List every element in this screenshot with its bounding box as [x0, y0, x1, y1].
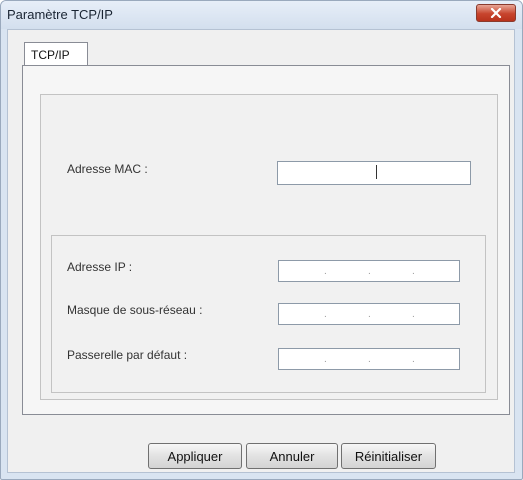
close-button[interactable] — [476, 4, 516, 22]
apply-button[interactable]: Appliquer — [148, 443, 242, 469]
settings-box: Adresse MAC : Adresse IP : . . . Masque … — [40, 94, 498, 400]
tab-panel: Adresse MAC : Adresse IP : . . . Masque … — [22, 65, 510, 415]
close-icon — [490, 8, 502, 18]
default-gateway-input[interactable]: . . . — [278, 348, 460, 370]
ip-separator: . — [324, 354, 327, 365]
ip-separator: . — [412, 354, 415, 365]
text-cursor — [376, 165, 377, 179]
tab-tcp-ip[interactable]: TCP/IP — [24, 42, 88, 66]
subnet-mask-input[interactable]: . . . — [278, 303, 460, 325]
reset-button[interactable]: Réinitialiser — [341, 443, 436, 469]
window-title: Paramètre TCP/IP — [7, 7, 113, 22]
mac-address-input[interactable] — [277, 161, 471, 185]
ip-separator: . — [368, 354, 371, 365]
dialog-body: TCP/IP Adresse MAC : Adresse IP : . . . … — [7, 29, 515, 473]
ip-separator: . — [412, 309, 415, 320]
subnet-mask-label: Masque de sous-réseau : — [67, 303, 203, 317]
ip-address-input[interactable]: . . . — [278, 260, 460, 282]
mac-address-label: Adresse MAC : — [67, 162, 148, 176]
default-gateway-label: Passerelle par défaut : — [67, 348, 188, 362]
title-bar[interactable]: Paramètre TCP/IP — [1, 1, 522, 29]
ip-separator: . — [368, 266, 371, 277]
cancel-button[interactable]: Annuler — [246, 443, 338, 469]
ip-address-label: Adresse IP : — [67, 260, 133, 274]
tab-label: TCP/IP — [31, 48, 70, 62]
ip-separator: . — [368, 309, 371, 320]
ip-separator: . — [324, 309, 327, 320]
ip-settings-group: Adresse IP : . . . Masque de sous-réseau… — [51, 235, 486, 393]
dialog-window: Paramètre TCP/IP TCP/IP Adresse MAC : Ad… — [0, 0, 523, 480]
ip-separator: . — [412, 266, 415, 277]
ip-separator: . — [324, 266, 327, 277]
